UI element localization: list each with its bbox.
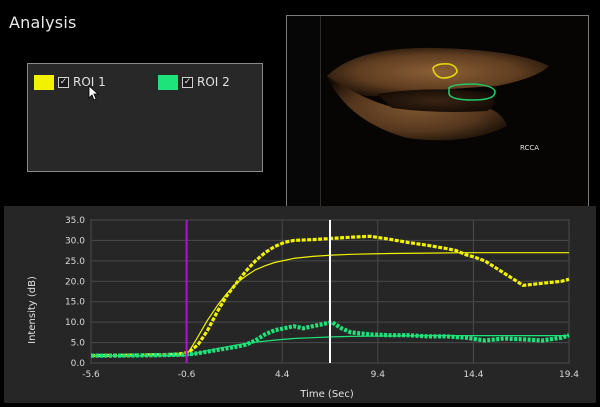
y-axis-label: Intensity (dB): [27, 276, 38, 344]
x-tick-label: 9.4: [371, 370, 386, 380]
y-tick-label: 10.0: [65, 318, 85, 328]
x-axis-label: Time (Sec): [299, 389, 354, 400]
x-tick-label: -5.6: [82, 370, 100, 380]
roi-2-checkbox[interactable]: ✓: [182, 76, 193, 88]
time-intensity-chart: -5.6 -0.6 4.4 9.4 14.4 19.4 0.0 5.0 10.0 15.0 20.0…: [27, 216, 579, 400]
ultrasound-image-panel[interactable]: RCCA: [286, 15, 589, 207]
y-tick-label: 35.0: [65, 216, 85, 226]
time-intensity-chart-panel: -5.6 -0.6 4.4 9.4 14.4 19.4 0.0 5.0 10.0 15.0 20.0…: [4, 206, 596, 403]
roi-1-color-swatch: [34, 74, 54, 90]
y-tick-label: 5.0: [71, 339, 86, 349]
roi-legend-panel: ✓ ROI 1 ✓ ROI 2: [27, 63, 263, 172]
y-tick-label: 30.0: [65, 236, 85, 246]
ultrasound-image: RCCA: [320, 16, 588, 206]
roi-1-checkbox[interactable]: ✓: [58, 76, 69, 88]
vessel-label: RCCA: [520, 144, 539, 152]
y-tick-label: 0.0: [71, 359, 86, 369]
roi-2-color-swatch: [158, 74, 178, 90]
roi-2-toggle[interactable]: ✓ ROI 2: [158, 74, 230, 90]
y-tick-label: 15.0: [65, 298, 85, 308]
x-tick-label: -0.6: [178, 370, 196, 380]
y-tick-label: 25.0: [65, 257, 85, 267]
roi-2-label: ROI 2: [197, 75, 230, 89]
window-title: Analysis: [9, 13, 77, 32]
y-tick-label: 20.0: [65, 277, 85, 287]
mouse-pointer-icon: [88, 85, 100, 101]
x-tick-label: 4.4: [275, 370, 290, 380]
x-tick-label: 19.4: [559, 370, 579, 380]
x-tick-label: 14.4: [463, 370, 483, 380]
